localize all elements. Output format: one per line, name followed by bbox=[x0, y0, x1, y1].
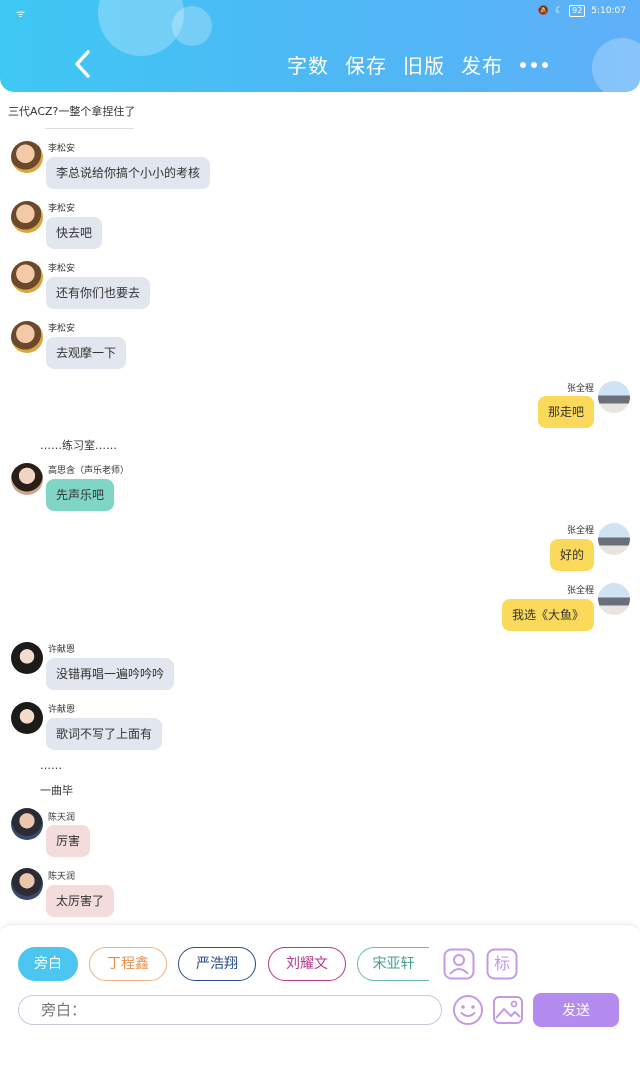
message-bubble[interactable]: 还有你们也要去 bbox=[46, 277, 151, 309]
avatar[interactable] bbox=[598, 381, 630, 413]
avatar[interactable] bbox=[11, 868, 43, 900]
avatar[interactable] bbox=[11, 463, 43, 495]
sender-name: 陈天润 bbox=[48, 813, 76, 823]
moon-icon: ☾ bbox=[555, 6, 564, 16]
decor-bubble bbox=[592, 38, 640, 92]
chip-character[interactable]: 宋亚轩 bbox=[357, 947, 429, 981]
avatar[interactable] bbox=[11, 261, 43, 293]
more-icon[interactable] bbox=[520, 62, 548, 68]
sender-name: 许献恩 bbox=[48, 645, 76, 655]
sender-name: 李松安 bbox=[48, 264, 76, 274]
message-bubble[interactable]: 去观摩一下 bbox=[46, 337, 127, 369]
message-bubble[interactable]: 太厉害了 bbox=[46, 885, 115, 917]
message-bubble[interactable]: 李总说给你搞个小小的考核 bbox=[46, 157, 211, 189]
sender-name: 李松安 bbox=[48, 204, 76, 214]
chip-character[interactable]: 刘耀文 bbox=[268, 947, 346, 981]
word-count-button[interactable]: 字数 bbox=[287, 50, 329, 79]
tag-icon[interactable]: 标 bbox=[486, 948, 518, 980]
save-button[interactable]: 保存 bbox=[345, 50, 387, 79]
wifi-icon: ᯤ bbox=[16, 9, 26, 20]
publish-button[interactable]: 发布 bbox=[461, 50, 503, 79]
avatar[interactable] bbox=[11, 141, 43, 173]
narration-text: …… bbox=[40, 759, 62, 772]
sender-name: 陈天润 bbox=[48, 872, 76, 882]
sender-name: 张全程 bbox=[566, 586, 594, 596]
clock-time: 5:10:07 bbox=[591, 6, 626, 16]
person-icon[interactable] bbox=[443, 948, 475, 980]
intro-note: 三代ACZ?一整个拿捏住了 bbox=[8, 105, 136, 118]
battery-icon: 92 bbox=[569, 5, 586, 17]
old-version-button[interactable]: 旧版 bbox=[403, 50, 445, 79]
decor-bubble bbox=[98, 0, 184, 56]
sender-name: 李松安 bbox=[48, 144, 76, 154]
message-bubble[interactable]: 那走吧 bbox=[537, 396, 594, 428]
send-button[interactable]: 发送 bbox=[533, 993, 619, 1027]
bell-off-icon: 🔕 bbox=[537, 6, 550, 16]
image-icon[interactable] bbox=[492, 994, 524, 1026]
message-bubble[interactable]: 歌词不写了上面有 bbox=[46, 718, 163, 750]
narration-text: 一曲毕 bbox=[40, 784, 73, 797]
divider bbox=[45, 128, 133, 129]
chip-narration[interactable]: 旁白 bbox=[18, 947, 78, 981]
message-bubble[interactable]: 先声乐吧 bbox=[46, 479, 115, 511]
narration-input[interactable] bbox=[18, 995, 442, 1025]
status-bar: 🔕 ☾ 92 5:10:07 bbox=[538, 5, 626, 17]
avatar[interactable] bbox=[598, 523, 630, 555]
avatar[interactable] bbox=[11, 702, 43, 734]
sender-name: 高思含（声乐老师） bbox=[48, 466, 130, 476]
sender-name: 李松安 bbox=[48, 324, 76, 334]
message-bubble[interactable]: 好的 bbox=[549, 539, 594, 571]
sender-name: 张全程 bbox=[566, 526, 594, 536]
avatar[interactable] bbox=[11, 808, 43, 840]
sender-name: 许献恩 bbox=[48, 705, 76, 715]
message-bubble[interactable]: 快去吧 bbox=[46, 217, 103, 249]
narration-text: ……练习室…… bbox=[40, 439, 117, 452]
header-actions: 字数 保存 旧版 发布 bbox=[287, 50, 503, 79]
avatar[interactable] bbox=[598, 583, 630, 615]
chip-character[interactable]: 严浩翔 bbox=[178, 947, 256, 981]
message-bubble[interactable]: 我选《大鱼》 bbox=[501, 599, 594, 631]
emoji-icon[interactable] bbox=[452, 994, 484, 1026]
sender-name: 张全程 bbox=[566, 384, 594, 394]
avatar[interactable] bbox=[11, 321, 43, 353]
back-arrow-icon[interactable] bbox=[70, 46, 96, 82]
decor-bubble bbox=[172, 6, 212, 46]
avatar[interactable] bbox=[11, 642, 43, 674]
avatar[interactable] bbox=[11, 201, 43, 233]
message-bubble[interactable]: 厉害 bbox=[46, 825, 91, 857]
chip-character[interactable]: 丁程鑫 bbox=[89, 947, 167, 981]
message-bubble[interactable]: 没错再唱一遍吟吟吟 bbox=[46, 658, 175, 690]
header-bar: ᯤ 🔕 ☾ 92 5:10:07 字数 保存 旧版 发布 bbox=[0, 0, 640, 92]
tag-label: 标 bbox=[493, 954, 510, 973]
